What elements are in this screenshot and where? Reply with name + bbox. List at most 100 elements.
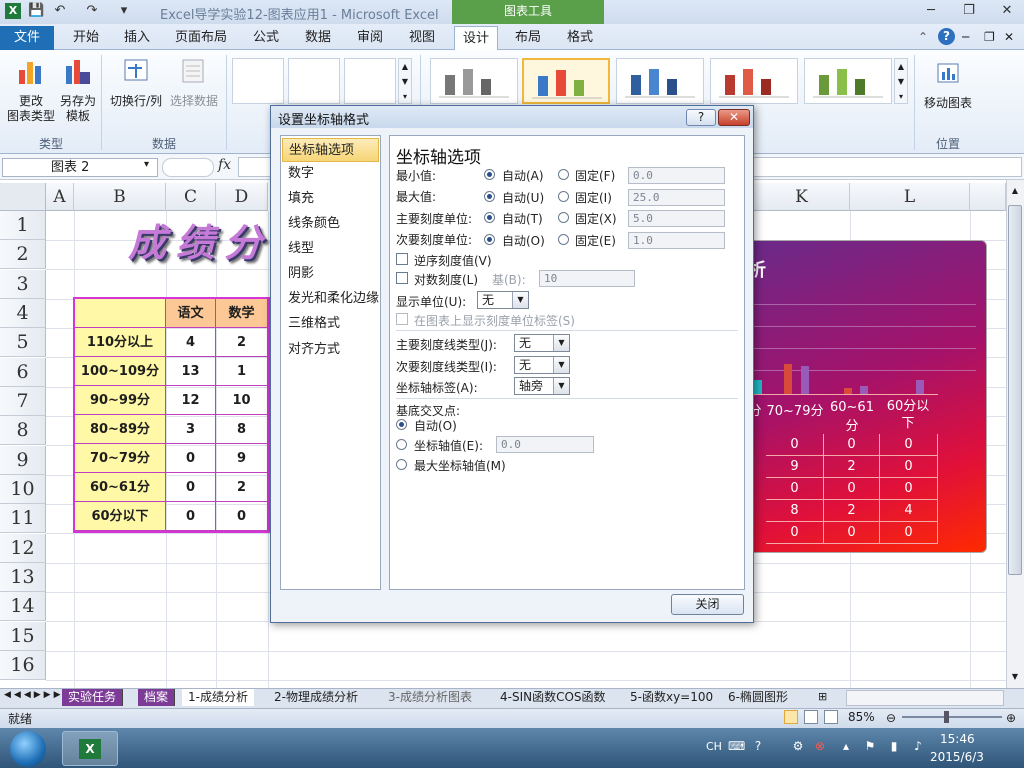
row-header[interactable]: 16 bbox=[0, 651, 46, 680]
table-row-label[interactable]: 60分以下 bbox=[75, 502, 166, 531]
chart-style-green[interactable] bbox=[804, 58, 892, 104]
network-icon[interactable]: ⚙ bbox=[790, 738, 806, 754]
zoom-in-icon[interactable]: ⊕ bbox=[1006, 711, 1016, 725]
signal-icon[interactable]: ▮ bbox=[886, 738, 902, 754]
row-header[interactable]: 6 bbox=[0, 358, 46, 387]
table-corner-cell[interactable] bbox=[75, 299, 166, 328]
table-cell-math[interactable]: 9 bbox=[216, 444, 268, 473]
row-header[interactable]: 12 bbox=[0, 534, 46, 563]
security-alert-icon[interactable]: ⊗ bbox=[812, 738, 828, 754]
chart-bar[interactable] bbox=[801, 366, 809, 394]
column-header-m[interactable] bbox=[970, 183, 1006, 211]
volume-icon[interactable]: ♪ bbox=[910, 738, 926, 754]
min-fixed-input[interactable]: 0.0 bbox=[628, 167, 725, 184]
chart-bar[interactable] bbox=[784, 364, 792, 394]
scroll-thumb[interactable] bbox=[1008, 205, 1022, 575]
minor-auto-radio[interactable] bbox=[484, 234, 495, 245]
tab-formulas[interactable]: 公式 bbox=[244, 26, 288, 50]
sheet-nav-arrows-icon[interactable]: ◀◀◀▶▶▶ bbox=[4, 690, 64, 700]
log-scale-checkbox[interactable] bbox=[396, 272, 408, 284]
column-header-l[interactable]: L bbox=[850, 183, 970, 211]
keyboard-icon[interactable]: ⌨ bbox=[728, 738, 745, 754]
table-cell-chinese[interactable]: 4 bbox=[166, 328, 216, 357]
sheet-tab-physics[interactable]: 2-物理成绩分析 bbox=[268, 689, 364, 706]
window-close-icon[interactable]: ✕ bbox=[996, 2, 1018, 20]
dialog-nav-item[interactable]: 发光和柔化边缘 bbox=[282, 287, 379, 311]
cross-value-radio[interactable] bbox=[396, 439, 407, 450]
table-row-label[interactable]: 70~79分 bbox=[75, 444, 166, 473]
move-chart-button[interactable]: 移动图表 bbox=[920, 58, 976, 111]
dialog-nav-item[interactable]: 数字 bbox=[282, 162, 379, 186]
switch-row-column-button[interactable]: 切换行/列 bbox=[106, 56, 166, 109]
table-cell-chinese[interactable]: 13 bbox=[166, 357, 216, 386]
tab-file[interactable]: 文件 bbox=[0, 26, 54, 50]
dialog-close-icon[interactable]: ✕ bbox=[718, 109, 750, 126]
dialog-close-button[interactable]: 关闭 bbox=[671, 594, 744, 615]
table-cell-math[interactable]: 8 bbox=[216, 415, 268, 444]
chart-style-multicolor[interactable] bbox=[522, 58, 610, 104]
dialog-nav-item[interactable]: 线型 bbox=[282, 237, 379, 261]
tab-format[interactable]: 格式 bbox=[558, 26, 602, 50]
row-header[interactable]: 11 bbox=[0, 504, 46, 533]
qat-customize-icon[interactable]: ▾ bbox=[116, 3, 132, 19]
table-row-label[interactable]: 60~61分 bbox=[75, 473, 166, 502]
sheet-tab-tasks[interactable]: 实验任务 bbox=[62, 689, 124, 706]
horizontal-scrollbar[interactable] bbox=[846, 690, 1004, 706]
chart-bar[interactable] bbox=[916, 380, 924, 394]
tab-home[interactable]: 开始 bbox=[62, 26, 110, 50]
row-header[interactable]: 15 bbox=[0, 622, 46, 651]
style-gallery-scroll[interactable]: ▲ ▼ ▾ bbox=[894, 58, 908, 104]
minimize-icon[interactable]: ─ bbox=[920, 2, 942, 20]
chart-layout-3[interactable] bbox=[344, 58, 396, 104]
major-auto-radio[interactable] bbox=[484, 212, 495, 223]
save-icon[interactable]: 💾 bbox=[28, 3, 44, 19]
chart-bar[interactable] bbox=[860, 386, 868, 394]
dialog-nav-item[interactable]: 填充 bbox=[282, 187, 379, 211]
table-cell-math[interactable]: 2 bbox=[216, 473, 268, 502]
insert-sheet-icon[interactable]: ⊞ bbox=[818, 690, 834, 705]
help-tray-icon[interactable]: ? bbox=[750, 738, 766, 754]
page-layout-view-icon[interactable] bbox=[804, 710, 818, 724]
clock-time[interactable]: 15:46 bbox=[940, 732, 975, 746]
sheet-tab-ellipse[interactable]: 6-椭圆图形 bbox=[722, 689, 794, 706]
minor-fixed-input[interactable]: 1.0 bbox=[628, 232, 725, 249]
dialog-nav-item[interactable]: 线条颜色 bbox=[282, 212, 379, 236]
scroll-up-icon[interactable]: ▲ bbox=[1008, 186, 1022, 200]
namebox-dropdown-icon[interactable]: ▾ bbox=[144, 159, 149, 170]
page-break-view-icon[interactable] bbox=[824, 710, 838, 724]
change-chart-type-button[interactable]: 更改 图表类型 bbox=[4, 56, 58, 124]
min-auto-radio[interactable] bbox=[484, 169, 495, 180]
table-cell-chinese[interactable]: 0 bbox=[166, 502, 216, 531]
doc-minimize-icon[interactable]: ─ bbox=[962, 30, 969, 44]
tab-page-layout[interactable]: 页面布局 bbox=[166, 26, 236, 50]
chart-layout-1[interactable] bbox=[232, 58, 284, 104]
tab-layout[interactable]: 布局 bbox=[506, 26, 550, 50]
table-header-chinese[interactable]: 语文 bbox=[166, 299, 216, 328]
row-header[interactable]: 1 bbox=[0, 211, 46, 240]
chart-bar[interactable] bbox=[754, 380, 762, 394]
sheet-tab-xy[interactable]: 5-函数xy=100 bbox=[624, 689, 719, 706]
column-header-c[interactable]: C bbox=[166, 183, 216, 211]
row-header[interactable]: 8 bbox=[0, 416, 46, 445]
dialog-nav-item[interactable]: 坐标轴选项 bbox=[282, 138, 379, 162]
normal-view-icon[interactable] bbox=[784, 710, 798, 724]
minor-tick-type-select[interactable]: 无 ▼ bbox=[514, 356, 570, 374]
table-cell-chinese[interactable]: 3 bbox=[166, 415, 216, 444]
max-fixed-input[interactable]: 25.0 bbox=[628, 189, 725, 206]
flag-icon[interactable]: ⚑ bbox=[862, 738, 878, 754]
zoom-out-icon[interactable]: ⊖ bbox=[886, 711, 896, 725]
max-auto-radio[interactable] bbox=[484, 191, 495, 202]
table-cell-chinese[interactable]: 0 bbox=[166, 444, 216, 473]
row-header[interactable]: 5 bbox=[0, 328, 46, 357]
chart-style-blue[interactable] bbox=[616, 58, 704, 104]
row-header[interactable]: 2 bbox=[0, 240, 46, 269]
row-header[interactable]: 3 bbox=[0, 270, 46, 299]
select-data-button[interactable]: 选择数据 bbox=[166, 56, 222, 109]
undo-icon[interactable]: ↶ bbox=[52, 3, 68, 19]
table-row-label[interactable]: 100~109分 bbox=[75, 357, 166, 386]
row-header[interactable]: 9 bbox=[0, 446, 46, 475]
major-fixed-input[interactable]: 5.0 bbox=[628, 210, 725, 227]
layout-gallery-scroll[interactable]: ▲ ▼ ▾ bbox=[398, 58, 412, 104]
zoom-level[interactable]: 85% bbox=[848, 710, 875, 724]
minor-fixed-radio[interactable] bbox=[558, 234, 569, 245]
